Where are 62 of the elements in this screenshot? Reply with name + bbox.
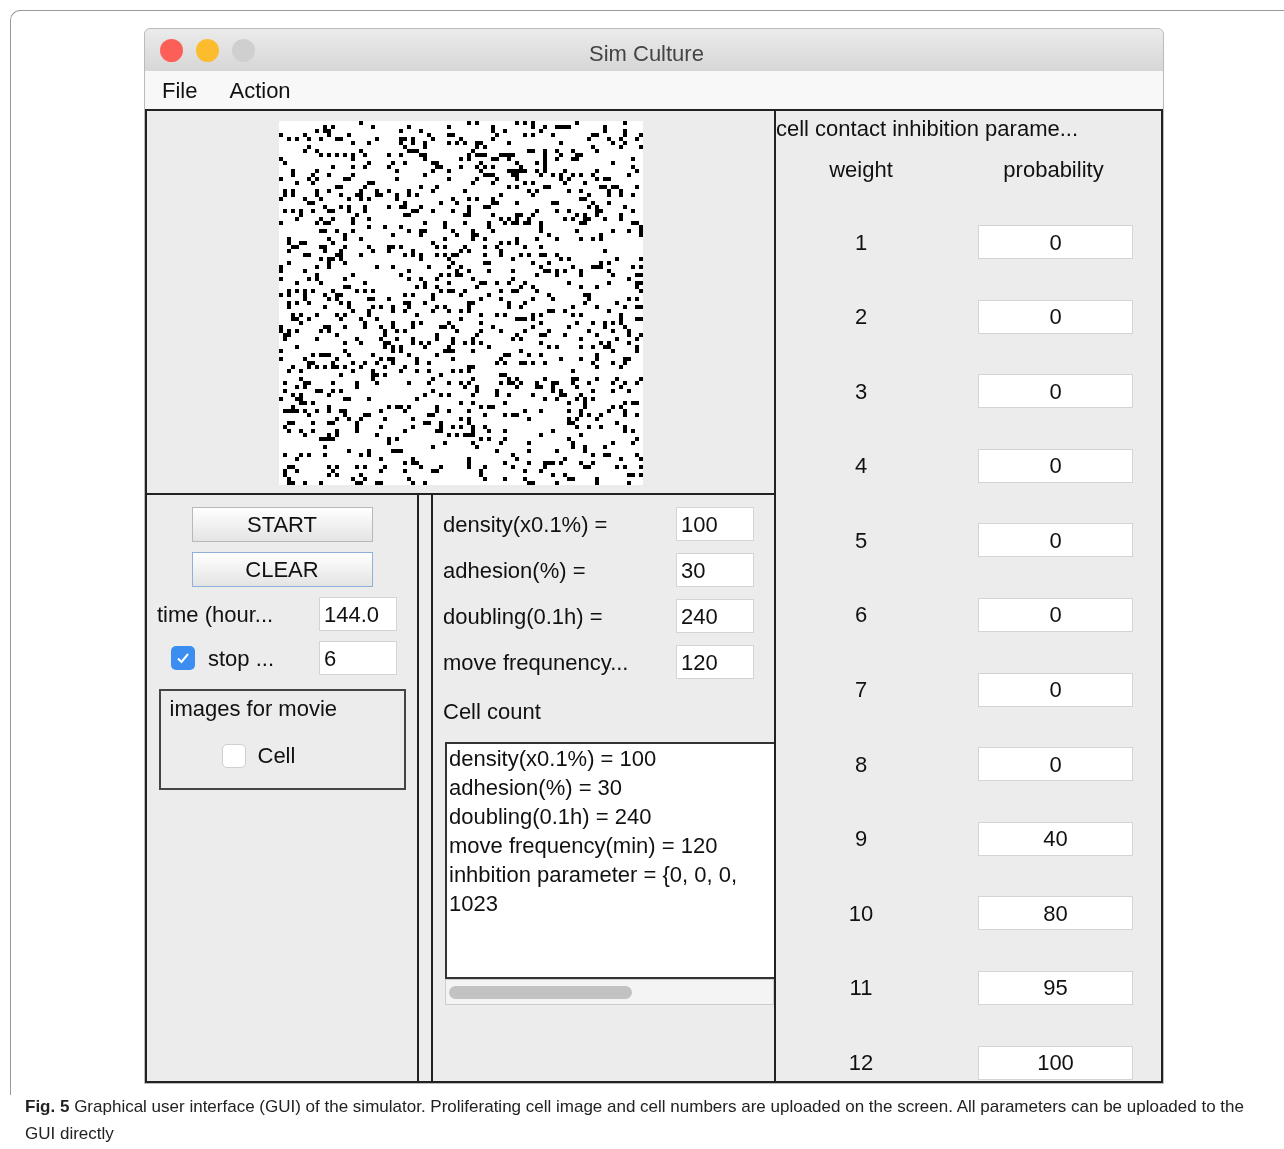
zoom-icon[interactable] xyxy=(232,38,255,62)
log-line: doubling(0.1h) = 240 xyxy=(449,803,653,831)
figure-caption: Fig. 5 Graphical user interface (GUI) of the simulator. Proliferating cell image and cell numbers are uploaded on the screen. All parameters can be uploaded to the GUI directly xyxy=(25,1096,1245,1145)
panel-title: cell contact inhibition parame... xyxy=(776,115,1080,143)
weight-number: 9 xyxy=(853,825,869,854)
probability-field[interactable]: 95 xyxy=(978,970,1133,1005)
probability-field[interactable]: 100 xyxy=(978,1045,1133,1080)
weight-number: 5 xyxy=(853,526,869,555)
checkbox-label: stop ... xyxy=(208,644,276,673)
column-header: weight xyxy=(828,156,894,184)
cell-count-label: Cell count xyxy=(443,698,542,726)
probability-field[interactable]: 40 xyxy=(978,821,1133,856)
weight-number: 7 xyxy=(853,676,869,705)
probability-field[interactable]: 0 xyxy=(978,225,1133,259)
column-header: probability xyxy=(1002,156,1105,184)
window-title: Sim Culture xyxy=(589,40,704,68)
parameter-label: doubling(0.1h) = xyxy=(443,602,604,631)
group-title: images for movie xyxy=(169,695,338,723)
checkbox[interactable] xyxy=(221,743,246,768)
menu-item[interactable]: File xyxy=(162,73,198,107)
minimize-icon[interactable] xyxy=(196,38,219,62)
stop-field[interactable]: 6 xyxy=(319,641,397,675)
scrollbar-track[interactable] xyxy=(445,979,774,1005)
log-line: move frequency(min) = 120 xyxy=(449,832,719,860)
menu-item[interactable]: Action xyxy=(229,73,291,107)
action-button[interactable]: START xyxy=(191,507,373,542)
weight-number: 3 xyxy=(853,377,869,406)
probability-field[interactable]: 0 xyxy=(978,672,1133,707)
probability-field[interactable]: 0 xyxy=(978,597,1133,632)
checkbox-label: Cell xyxy=(257,742,296,770)
weight-number: 1 xyxy=(853,228,869,257)
close-icon[interactable] xyxy=(160,38,183,62)
probability-field[interactable]: 80 xyxy=(978,896,1133,931)
parameter-field[interactable]: 30 xyxy=(676,553,754,587)
parameter-field[interactable]: 120 xyxy=(676,645,754,679)
checkbox[interactable] xyxy=(171,646,195,670)
log-area[interactable]: density(x0.1%) = 100 adhesion(%) = 30 doubling(0.1h) = 240 move frequency(min) = 120 inhbition parameter = {0, 0, 0, 1023 xyxy=(445,742,774,979)
weight-number: 6 xyxy=(853,601,869,630)
time-field[interactable]: 144.0 xyxy=(319,597,397,631)
weight-number: 2 xyxy=(853,303,869,332)
field-label: time (hour... xyxy=(157,600,275,629)
parameter-label: adhesion(%) = xyxy=(443,556,587,585)
parameter-field[interactable]: 240 xyxy=(676,599,754,633)
weight-number: 12 xyxy=(847,1049,875,1078)
log-line: 1023 xyxy=(449,890,499,918)
probability-field[interactable]: 0 xyxy=(978,374,1133,409)
parameter-field[interactable]: 100 xyxy=(676,507,754,541)
weight-number: 11 xyxy=(848,974,874,1003)
parameter-label: move frequnency... xyxy=(443,648,630,677)
log-line: adhesion(%) = 30 xyxy=(449,774,624,802)
weight-number: 8 xyxy=(853,750,869,779)
log-line: inhbition parameter = {0, 0, 0, xyxy=(449,861,739,889)
weight-number: 10 xyxy=(847,899,875,928)
probability-field[interactable]: 0 xyxy=(978,747,1133,782)
log-line: density(x0.1%) = 100 xyxy=(449,745,658,773)
parameter-label: density(x0.1%) = xyxy=(443,510,609,539)
scrollbar-thumb[interactable] xyxy=(449,985,632,999)
probability-field[interactable]: 0 xyxy=(978,299,1133,334)
action-button[interactable]: CLEAR xyxy=(191,552,373,587)
probability-field[interactable]: 0 xyxy=(978,523,1133,558)
weight-number: 4 xyxy=(853,452,869,481)
probability-field[interactable]: 0 xyxy=(978,448,1133,483)
